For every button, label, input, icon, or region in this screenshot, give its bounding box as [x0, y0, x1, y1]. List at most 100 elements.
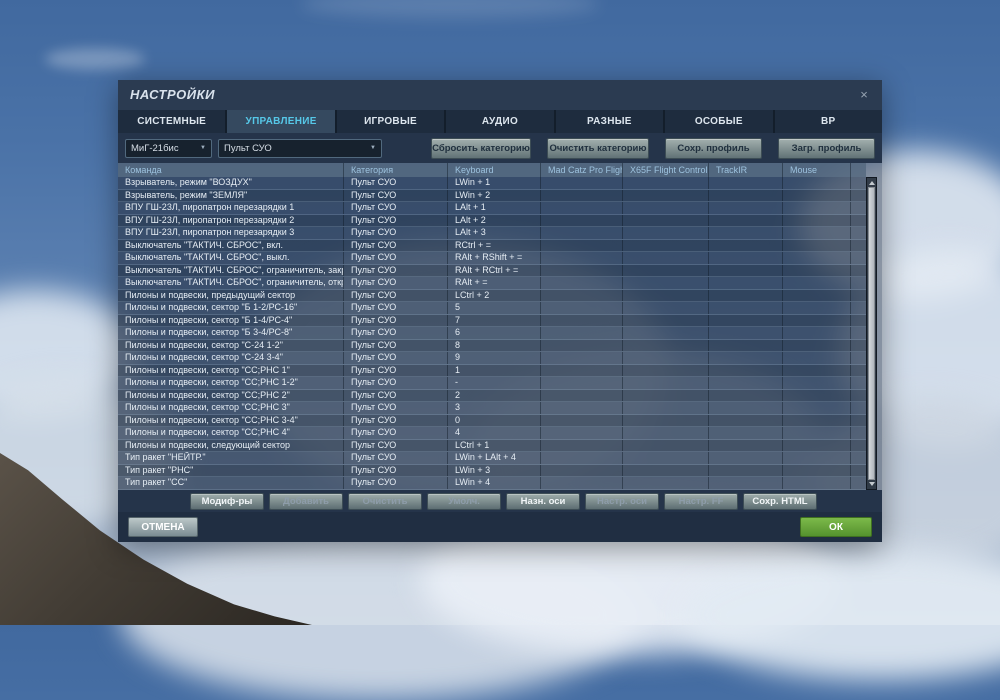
trackir-binding-cell[interactable]	[708, 302, 782, 314]
command-cell[interactable]: Тип ракет "СС"	[118, 477, 343, 489]
settings-tab[interactable]: АУДИО	[446, 110, 553, 133]
binding-row[interactable]: Тип ракет "НЕЙТР." Пульт СУО LWin + LAlt…	[118, 452, 866, 465]
mouse-binding-cell[interactable]	[782, 365, 850, 377]
mouse-binding-cell[interactable]	[782, 177, 850, 189]
trackir-binding-cell[interactable]	[708, 202, 782, 214]
joystick1-binding-cell[interactable]	[540, 277, 622, 289]
keyboard-binding-cell[interactable]: LCtrl + 1	[447, 440, 540, 452]
joystick1-binding-cell[interactable]	[540, 215, 622, 227]
joystick1-binding-cell[interactable]	[540, 465, 622, 477]
category-cell[interactable]: Пульт СУО	[343, 390, 447, 402]
trackir-binding-cell[interactable]	[708, 390, 782, 402]
joystick1-binding-cell[interactable]	[540, 390, 622, 402]
category-cell[interactable]: Пульт СУО	[343, 465, 447, 477]
keyboard-binding-cell[interactable]: LWin + 3	[447, 465, 540, 477]
keyboard-binding-cell[interactable]: LAlt + 1	[447, 202, 540, 214]
trackir-binding-cell[interactable]	[708, 177, 782, 189]
keyboard-binding-cell[interactable]: RAlt + RCtrl + =	[447, 265, 540, 277]
binding-row[interactable]: Тип ракет "СС" Пульт СУО LWin + 4	[118, 477, 866, 490]
mouse-binding-cell[interactable]	[782, 227, 850, 239]
keyboard-binding-cell[interactable]: 7	[447, 315, 540, 327]
keyboard-binding-cell[interactable]: LWin + LAlt + 4	[447, 452, 540, 464]
action-button[interactable]: Модиф-ры	[190, 493, 264, 510]
command-cell[interactable]: Пилоны и подвески, сектор "С-24 1-2"	[118, 340, 343, 352]
joystick2-binding-cell[interactable]	[622, 340, 708, 352]
keyboard-binding-cell[interactable]: LWin + 2	[447, 190, 540, 202]
trackir-binding-cell[interactable]	[708, 440, 782, 452]
command-cell[interactable]: Выключатель "ТАКТИЧ. СБРОС", ограничител…	[118, 277, 343, 289]
joystick2-binding-cell[interactable]	[622, 227, 708, 239]
binding-row[interactable]: Пилоны и подвески, сектор "С-24 3-4" Пул…	[118, 352, 866, 365]
trackir-binding-cell[interactable]	[708, 290, 782, 302]
mouse-binding-cell[interactable]	[782, 402, 850, 414]
keyboard-binding-cell[interactable]: 0	[447, 415, 540, 427]
category-cell[interactable]: Пульт СУО	[343, 402, 447, 414]
mouse-binding-cell[interactable]	[782, 390, 850, 402]
table-scrollbar[interactable]	[866, 177, 877, 490]
binding-row[interactable]: Пилоны и подвески, сектор "СС;РНС 3-4" П…	[118, 415, 866, 428]
keyboard-binding-cell[interactable]: 9	[447, 352, 540, 364]
joystick1-binding-cell[interactable]	[540, 177, 622, 189]
binding-row[interactable]: ВПУ ГШ-23Л, пиропатрон перезарядки 3 Пул…	[118, 227, 866, 240]
joystick1-binding-cell[interactable]	[540, 315, 622, 327]
category-cell[interactable]: Пульт СУО	[343, 415, 447, 427]
keyboard-binding-cell[interactable]: 2	[447, 390, 540, 402]
category-cell[interactable]: Пульт СУО	[343, 340, 447, 352]
joystick2-binding-cell[interactable]	[622, 240, 708, 252]
binding-row[interactable]: Выключатель "ТАКТИЧ. СБРОС", выкл. Пульт…	[118, 252, 866, 265]
joystick2-binding-cell[interactable]	[622, 252, 708, 264]
command-cell[interactable]: ВПУ ГШ-23Л, пиропатрон перезарядки 3	[118, 227, 343, 239]
mouse-binding-cell[interactable]	[782, 202, 850, 214]
binding-row[interactable]: Пилоны и подвески, предыдущий сектор Пул…	[118, 290, 866, 303]
action-button[interactable]: Очистить	[348, 493, 422, 510]
keyboard-binding-cell[interactable]: 8	[447, 340, 540, 352]
category-cell[interactable]: Пульт СУО	[343, 265, 447, 277]
action-button[interactable]: Настр. оси	[585, 493, 659, 510]
keyboard-binding-cell[interactable]: 6	[447, 327, 540, 339]
category-cell[interactable]: Пульт СУО	[343, 290, 447, 302]
keyboard-binding-cell[interactable]: LCtrl + 2	[447, 290, 540, 302]
category-cell[interactable]: Пульт СУО	[343, 277, 447, 289]
keyboard-binding-cell[interactable]: LAlt + 3	[447, 227, 540, 239]
category-cell[interactable]: Пульт СУО	[343, 440, 447, 452]
command-cell[interactable]: Пилоны и подвески, сектор "Б 1-2/РС-16"	[118, 302, 343, 314]
joystick1-binding-cell[interactable]	[540, 340, 622, 352]
close-icon[interactable]: ×	[856, 87, 872, 103]
joystick2-binding-cell[interactable]	[622, 390, 708, 402]
category-cell[interactable]: Пульт СУО	[343, 452, 447, 464]
trackir-binding-cell[interactable]	[708, 427, 782, 439]
joystick2-binding-cell[interactable]	[622, 277, 708, 289]
joystick1-binding-cell[interactable]	[540, 352, 622, 364]
trackir-binding-cell[interactable]	[708, 190, 782, 202]
joystick2-binding-cell[interactable]	[622, 427, 708, 439]
keyboard-binding-cell[interactable]: 1	[447, 365, 540, 377]
trackir-binding-cell[interactable]	[708, 465, 782, 477]
settings-tab[interactable]: РАЗНЫЕ	[556, 110, 663, 133]
action-button[interactable]: Добавить	[269, 493, 343, 510]
settings-tab[interactable]: ВР	[775, 110, 882, 133]
binding-row[interactable]: Пилоны и подвески, сектор "СС;РНС 2" Пул…	[118, 390, 866, 403]
command-cell[interactable]: Выключатель "ТАКТИЧ. СБРОС", ограничител…	[118, 265, 343, 277]
joystick1-binding-cell[interactable]	[540, 402, 622, 414]
mouse-binding-cell[interactable]	[782, 265, 850, 277]
keyboard-binding-cell[interactable]: LAlt + 2	[447, 215, 540, 227]
joystick1-binding-cell[interactable]	[540, 190, 622, 202]
reset-category-button[interactable]: Сбросить категорию	[431, 138, 531, 159]
joystick1-binding-cell[interactable]	[540, 327, 622, 339]
trackir-binding-cell[interactable]	[708, 227, 782, 239]
command-cell[interactable]: Взрыватель, режим "ЗЕМЛЯ"	[118, 190, 343, 202]
joystick1-binding-cell[interactable]	[540, 477, 622, 489]
clear-category-button[interactable]: Очистить категорию	[547, 138, 649, 159]
joystick2-binding-cell[interactable]	[622, 352, 708, 364]
binding-row[interactable]: Пилоны и подвески, сектор "СС;РНС 4" Пул…	[118, 427, 866, 440]
command-cell[interactable]: Пилоны и подвески, сектор "СС;РНС 2"	[118, 390, 343, 402]
trackir-binding-cell[interactable]	[708, 252, 782, 264]
joystick1-binding-cell[interactable]	[540, 440, 622, 452]
category-cell[interactable]: Пульт СУО	[343, 202, 447, 214]
mouse-binding-cell[interactable]	[782, 452, 850, 464]
binding-row[interactable]: Пилоны и подвески, сектор "СС;РНС 1-2" П…	[118, 377, 866, 390]
mouse-binding-cell[interactable]	[782, 340, 850, 352]
keyboard-binding-cell[interactable]: LWin + 4	[447, 477, 540, 489]
binding-row[interactable]: Пилоны и подвески, сектор "СС;РНС 1" Пул…	[118, 365, 866, 378]
category-dropdown[interactable]: Пульт СУО ▼	[218, 139, 382, 158]
